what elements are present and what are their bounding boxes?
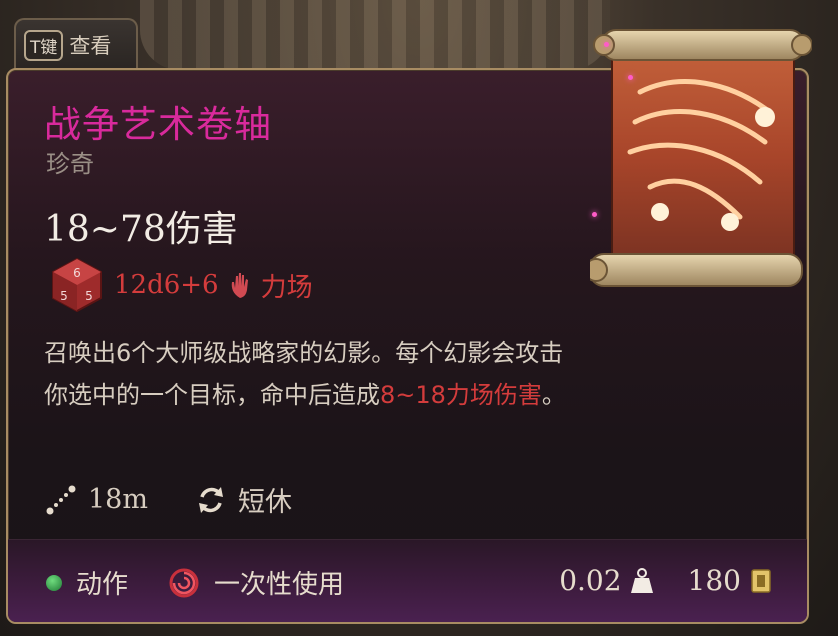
svg-text:6: 6 bbox=[73, 266, 81, 280]
action-cost-group: 动作 一次性使用 bbox=[46, 564, 344, 601]
recharge-value: 短休 bbox=[237, 487, 292, 518]
scroll-artwork bbox=[590, 29, 812, 287]
dice-icon: 6 5 5 bbox=[52, 257, 102, 313]
description-end: 。 bbox=[541, 381, 566, 409]
range-value: 18m bbox=[88, 484, 148, 515]
hotkey-label: 查看 bbox=[69, 34, 112, 58]
damage-range: 18~78伤害 bbox=[44, 209, 238, 250]
hotkey-key-badge: T键 bbox=[24, 29, 64, 61]
single-use-swirl-icon bbox=[169, 568, 199, 597]
background-architecture bbox=[140, 0, 610, 70]
force-hand-icon bbox=[231, 273, 248, 298]
action-dot-icon bbox=[46, 574, 62, 591]
examine-hotkey-tab[interactable]: T键 查看 bbox=[14, 18, 138, 70]
description-highlight: 8~18力场伤害 bbox=[380, 381, 542, 409]
item-rarity: 珍奇 bbox=[46, 150, 94, 178]
tooltip-footer: 动作 一次性使用 0.02 180 bbox=[8, 539, 807, 622]
gold-coin-icon bbox=[751, 568, 771, 593]
damage-type: 力场 bbox=[260, 272, 313, 303]
short-rest-icon bbox=[198, 486, 223, 513]
dice-formula: 12d6+6 bbox=[114, 270, 219, 300]
magic-sparkle bbox=[592, 212, 597, 217]
magic-sparkle bbox=[628, 75, 633, 80]
magic-sparkle bbox=[604, 42, 609, 47]
svg-text:5: 5 bbox=[60, 289, 68, 303]
item-title: 战争艺术卷轴 bbox=[44, 103, 272, 146]
gold-value: 180 bbox=[687, 564, 741, 597]
weight-value-group: 0.02 180 bbox=[559, 564, 773, 597]
damage-dice-row: 6 5 5 12d6+6 力场 bbox=[48, 256, 313, 314]
weight-value: 0.02 bbox=[559, 564, 622, 597]
item-description: 召唤出6个大师级战略家的幻影。每个幻影会攻击你选中的一个目标，命中后造成8~18… bbox=[44, 332, 584, 416]
action-label: 动作 bbox=[76, 570, 129, 600]
range-recharge-row: 18m 短休 bbox=[44, 480, 292, 519]
svg-text:5: 5 bbox=[85, 289, 93, 303]
weight-icon bbox=[630, 567, 653, 593]
range-icon bbox=[46, 485, 76, 514]
usage-label: 一次性使用 bbox=[214, 570, 345, 600]
